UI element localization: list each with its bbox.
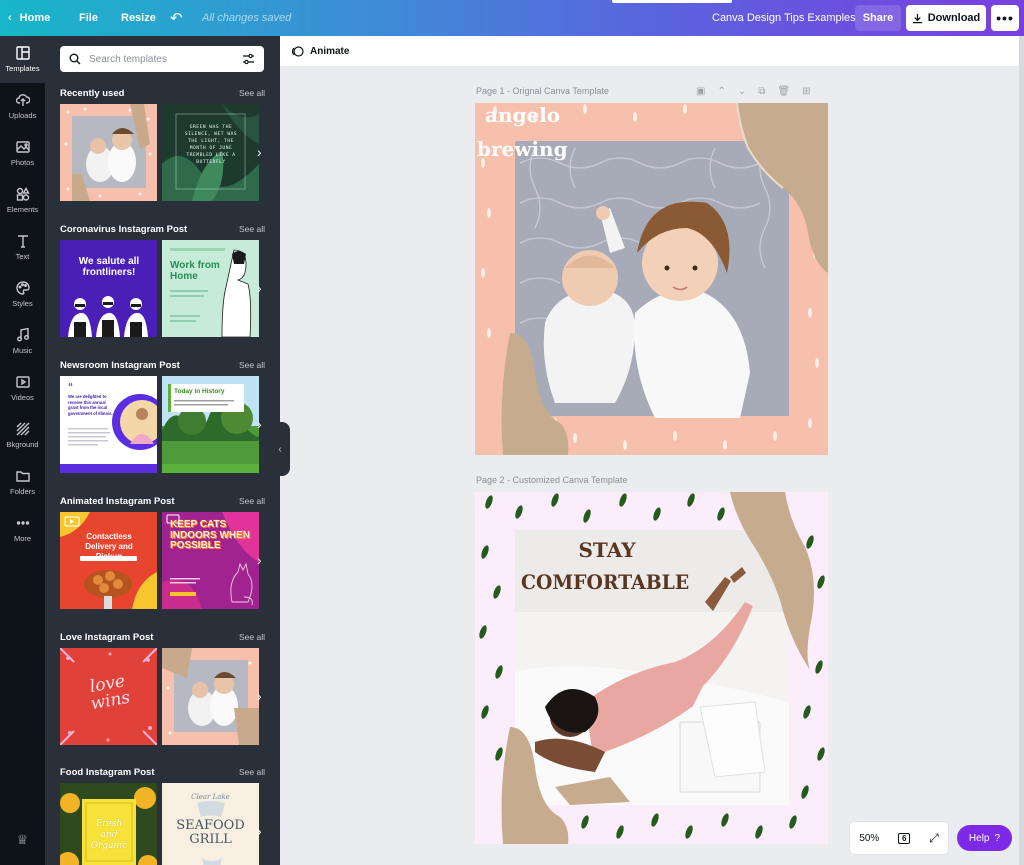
rail-more[interactable]: More (0, 506, 45, 553)
rail-folders[interactable]: Folders (0, 459, 45, 506)
template-thumbnail[interactable]: Work from Home (162, 240, 259, 337)
share-button[interactable]: Share (855, 5, 901, 31)
page1-title-line1[interactable]: angelo (485, 103, 560, 127)
template-thumbnail[interactable]: love wins (60, 648, 157, 745)
rail-uploads[interactable]: Uploads (0, 83, 45, 130)
section-recently-used: Recently used See all GREEN WAS THE SILE… (60, 88, 265, 201)
animate-toolbar: Animate (280, 36, 1024, 66)
templates-icon (15, 46, 30, 60)
rail-styles[interactable]: Styles (0, 271, 45, 318)
page2-title-line2[interactable]: COMFORTABLE (521, 570, 689, 594)
chevron-right-icon[interactable]: › (257, 823, 262, 839)
design-page-2[interactable]: STAY COMFORTABLE (475, 492, 828, 844)
animate-icon (292, 45, 304, 57)
chevron-right-icon[interactable]: › (257, 552, 262, 568)
template-thumbnail[interactable]: Contactless Delivery and Pickup (60, 512, 157, 609)
home-button[interactable]: ‹ Home (8, 0, 50, 36)
see-all-link[interactable]: See all (239, 632, 265, 643)
zoom-level[interactable]: 50% (859, 833, 879, 844)
template-thumbnail[interactable]: Fresh and Organic (60, 783, 157, 865)
notes-icon[interactable]: ▣ (696, 86, 705, 97)
rail-music[interactable]: Music (0, 318, 45, 365)
templates-panel: Search templates Recently used See all G… (45, 36, 280, 865)
thumb-caption: GREEN WAS THE SILENCE, WET WAS THE LIGHT… (184, 125, 238, 165)
template-thumbnail[interactable] (162, 648, 259, 745)
page-count[interactable]: 6 (897, 832, 911, 844)
animate-button[interactable]: Animate (310, 46, 349, 57)
top-bar: ‹ Home File Resize ↶ All changes saved C… (0, 0, 1024, 36)
see-all-link[interactable]: See all (239, 496, 265, 507)
undo-icon[interactable]: ↶ (170, 0, 183, 36)
rail-background[interactable]: Bkground (0, 412, 45, 459)
rail-elements[interactable]: Elements (0, 177, 45, 224)
template-thumbnail[interactable] (60, 104, 157, 201)
save-status: All changes saved (202, 12, 292, 24)
svg-text:“: “ (68, 382, 73, 393)
download-icon (912, 13, 922, 23)
rail-text[interactable]: Text (0, 224, 45, 271)
scrollbar[interactable] (1019, 36, 1024, 865)
rail-templates[interactable]: Templates (0, 36, 45, 83)
search-templates[interactable]: Search templates (60, 46, 264, 72)
section-food: Food Instagram Post See all Fresh and Org… (60, 767, 265, 865)
folders-icon (15, 471, 30, 482)
chevron-left-icon: ‹ (8, 12, 12, 24)
see-all-link[interactable]: See all (239, 767, 265, 778)
question-icon: ? (994, 832, 1001, 844)
chevron-right-icon[interactable]: › (257, 144, 262, 160)
videos-icon (15, 376, 30, 388)
uploads-icon (15, 94, 30, 106)
photos-icon (15, 141, 30, 153)
page-tools: ▣ ⌃ ⌄ ⧉ 🗑 ⊞ (696, 86, 810, 97)
design-title[interactable]: Canva Design Tips Examples (712, 0, 856, 36)
background-icon (16, 422, 29, 436)
chevron-right-icon[interactable]: › (257, 416, 262, 432)
music-icon (16, 328, 29, 342)
filter-icon[interactable] (242, 53, 255, 65)
duplicate-icon[interactable]: ⧉ (758, 86, 765, 97)
rail-videos[interactable]: Videos (0, 365, 45, 412)
section-animated: Animated Instagram Post See all Contactle… (60, 496, 265, 609)
chevron-right-icon[interactable]: › (257, 688, 262, 704)
zoom-controls: 50% 6 ⤢ (850, 822, 948, 854)
section-coronavirus: Coronavirus Instagram Post See all We sal… (60, 224, 265, 337)
see-all-link[interactable]: See all (239, 88, 265, 99)
collapse-panel-button[interactable]: ‹ (270, 422, 290, 476)
help-button[interactable]: Help ? (957, 825, 1012, 851)
template-thumbnail[interactable]: GREEN WAS THE SILENCE, WET WAS THE LIGHT… (162, 104, 259, 201)
page-2-label: Page 2 - Customized Canva Template (476, 475, 628, 485)
move-down-icon[interactable]: ⌄ (738, 86, 746, 97)
template-thumbnail[interactable]: Clear Lake SEAFOOD GRILL (162, 783, 259, 865)
template-thumbnail[interactable]: “ We are delighted to receive this annua… (60, 376, 157, 473)
crown-icon[interactable]: ♕ (0, 832, 45, 848)
text-icon (17, 235, 28, 248)
page1-title-line2[interactable]: brewing (477, 137, 568, 161)
section-newsroom: Newsroom Instagram Post See all “ We are … (60, 360, 265, 473)
page2-title-line1[interactable]: STAY (475, 538, 739, 562)
styles-icon (15, 281, 30, 295)
elements-icon (16, 187, 30, 201)
template-thumbnail[interactable]: KEEP CATS INDOORS WHEN POSSIBLE (162, 512, 259, 609)
move-up-icon[interactable]: ⌃ (717, 86, 725, 97)
search-input[interactable]: Search templates (89, 54, 234, 65)
design-page-1[interactable]: angelo brewing (475, 103, 828, 455)
add-page-icon[interactable]: ⊞ (802, 86, 810, 97)
template-thumbnail[interactable]: Today in History (162, 376, 259, 473)
rail-photos[interactable]: Photos (0, 130, 45, 177)
download-button[interactable]: Download (906, 5, 986, 31)
file-menu[interactable]: File (79, 0, 98, 36)
more-options-button[interactable]: ••• (991, 5, 1019, 31)
more-icon (16, 521, 29, 525)
section-love: Love Instagram Post See all love wins › (60, 632, 265, 745)
chevron-right-icon[interactable]: › (257, 280, 262, 296)
see-all-link[interactable]: See all (239, 224, 265, 235)
search-icon (69, 53, 81, 65)
delete-icon[interactable]: 🗑 (777, 86, 790, 97)
see-all-link[interactable]: See all (239, 360, 265, 371)
page-1-label: Page 1 - Orignal Canva Template (476, 86, 609, 96)
template-thumbnail[interactable]: We salute all frontliners! (60, 240, 157, 337)
fullscreen-icon[interactable]: ⤢ (929, 831, 939, 846)
resize-menu[interactable]: Resize (121, 0, 156, 36)
left-rail: Templates Uploads Photos Elements Text S… (0, 36, 45, 865)
